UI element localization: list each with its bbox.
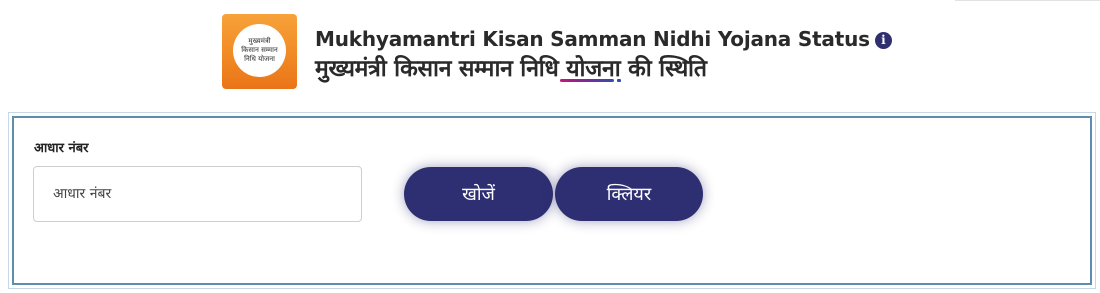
logo-emblem: मुख्यमंत्री किसान सम्मान निधि योजना bbox=[233, 24, 286, 77]
top-divider bbox=[955, 0, 1100, 1]
logo-text-line-2: किसान सम्मान bbox=[241, 46, 278, 54]
search-button[interactable]: खोजें bbox=[404, 167, 553, 221]
logo-text-line-1: मुख्यमंत्री bbox=[248, 37, 271, 45]
underline-gradient-segment bbox=[560, 79, 614, 82]
aadhaar-number-input[interactable] bbox=[33, 166, 362, 222]
clear-button[interactable]: क्लियर bbox=[555, 167, 703, 221]
logo-text-line-3: निधि योजना bbox=[244, 55, 275, 63]
page-title-english: Mukhyamantri Kisan Samman Nidhi Yojana S… bbox=[315, 27, 870, 51]
title-underline-decoration bbox=[560, 79, 622, 82]
title-row: Mukhyamantri Kisan Samman Nidhi Yojana S… bbox=[315, 25, 892, 53]
scheme-logo: मुख्यमंत्री किसान सम्मान निधि योजना bbox=[222, 14, 297, 89]
info-circle-icon[interactable]: i bbox=[874, 32, 892, 49]
aadhaar-label: आधार नंबर bbox=[34, 141, 89, 156]
page: मुख्यमंत्री किसान सम्मान निधि योजना Mukh… bbox=[0, 0, 1100, 293]
underline-dot-segment bbox=[617, 79, 621, 82]
page-title-hindi: मुख्यमंत्री किसान सम्मान निधि योजना की स… bbox=[315, 56, 707, 82]
